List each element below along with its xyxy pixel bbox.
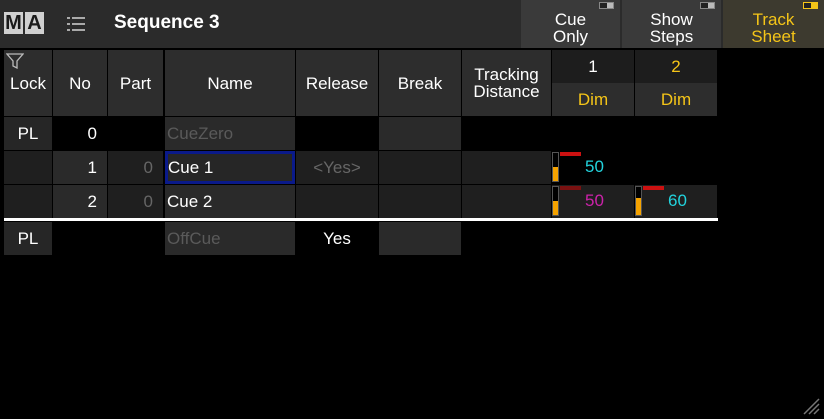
- tracking-header-label: Tracking Distance: [473, 65, 540, 101]
- lock-cell[interactable]: [4, 151, 52, 184]
- fixture-header-1[interactable]: 1: [552, 50, 634, 83]
- break-cell[interactable]: [379, 185, 461, 218]
- lock-cell[interactable]: PL: [4, 222, 52, 255]
- column-header-release[interactable]: Release: [296, 50, 378, 116]
- break-cell[interactable]: [379, 117, 461, 150]
- toggle-indicator-icon: [599, 2, 614, 9]
- resize-grip-icon[interactable]: [802, 397, 820, 415]
- cue-only-button[interactable]: Cue Only: [521, 0, 620, 48]
- toggle-indicator-icon: [803, 2, 818, 9]
- part-cell[interactable]: 0: [108, 151, 163, 184]
- attribute-header-2[interactable]: Dim: [635, 83, 717, 116]
- level-fill: [553, 167, 558, 181]
- break-header-label: Break: [397, 73, 443, 93]
- fixture-value-cell[interactable]: 50: [552, 185, 634, 218]
- tracking-marker: [560, 186, 581, 190]
- column-header-part[interactable]: Part: [108, 50, 163, 116]
- level-bar: [552, 152, 559, 182]
- tracking-distance-cell[interactable]: [462, 151, 551, 184]
- level-fill: [553, 201, 558, 215]
- cue-number-cell[interactable]: [53, 222, 107, 255]
- dim-value: 60: [668, 191, 687, 210]
- column-header-tracking-distance[interactable]: Tracking Distance: [462, 50, 551, 116]
- track-sheet-button[interactable]: Track Sheet: [723, 0, 824, 48]
- cue-name-cell[interactable]: CueZero: [165, 117, 295, 150]
- logo-letter-a: A: [25, 12, 44, 34]
- column-header-name[interactable]: Name: [165, 50, 295, 116]
- show-steps-button[interactable]: Show Steps: [622, 0, 721, 48]
- cue-number-cell[interactable]: 0: [53, 117, 107, 150]
- break-cell[interactable]: [379, 222, 461, 255]
- level-bar: [635, 186, 642, 216]
- ma-logo[interactable]: M A: [4, 12, 44, 34]
- part-cell[interactable]: 0: [108, 185, 163, 218]
- release-header-label: Release: [305, 73, 369, 93]
- filter-icon[interactable]: [6, 53, 24, 69]
- lock-header-label: Lock: [10, 73, 46, 93]
- release-cell[interactable]: Yes: [296, 222, 378, 255]
- part-cell[interactable]: [108, 222, 163, 255]
- show-steps-label: Show Steps: [649, 10, 694, 46]
- current-cue-separator: [4, 218, 718, 221]
- title-bar: M A Sequence 3 Cue Only Show Steps Track…: [0, 0, 824, 48]
- part-header-label: Part: [119, 73, 152, 93]
- track-sheet-label: Track Sheet: [751, 10, 796, 46]
- cue-number-cell[interactable]: 2: [53, 185, 107, 218]
- attribute-label-2: Dim: [660, 90, 692, 109]
- column-header-break[interactable]: Break: [379, 50, 461, 116]
- tracking-marker: [643, 186, 664, 190]
- attribute-header-1[interactable]: Dim: [552, 83, 634, 116]
- window-title: Sequence 3: [114, 12, 220, 33]
- no-header-label: No: [69, 73, 91, 93]
- lock-cell[interactable]: PL: [4, 117, 52, 150]
- fixture-value-cell[interactable]: 50: [552, 151, 634, 184]
- release-cell[interactable]: [296, 117, 378, 150]
- cue-name-cell[interactable]: OffCue: [165, 222, 295, 255]
- tracking-marker: [560, 152, 581, 156]
- dim-value: 50: [585, 157, 604, 176]
- fixture-header-2[interactable]: 2: [635, 50, 717, 83]
- level-bar: [552, 186, 559, 216]
- column-header-no[interactable]: No: [53, 50, 107, 116]
- cue-only-label: Cue Only: [553, 10, 588, 46]
- cue-name-cell-selected[interactable]: Cue 1: [165, 151, 295, 184]
- logo-letter-m: M: [4, 12, 23, 34]
- attribute-label-1: Dim: [577, 90, 609, 109]
- tracking-distance-cell[interactable]: [462, 185, 551, 218]
- toggle-indicator-icon: [700, 2, 715, 9]
- fixture-value-cell[interactable]: 60: [635, 185, 717, 218]
- list-icon[interactable]: [67, 16, 87, 32]
- cue-number-cell[interactable]: 1: [53, 151, 107, 184]
- cue-name-cell[interactable]: Cue 2: [165, 185, 295, 218]
- level-fill: [636, 198, 641, 215]
- fixture-id-1: 1: [588, 57, 598, 76]
- dim-value: 50: [585, 191, 604, 210]
- release-cell[interactable]: [296, 185, 378, 218]
- part-cell[interactable]: [108, 117, 163, 150]
- break-cell[interactable]: [379, 151, 461, 184]
- fixture-id-2: 2: [671, 57, 681, 76]
- release-cell[interactable]: <Yes>: [296, 151, 378, 184]
- lock-cell[interactable]: [4, 185, 52, 218]
- name-header-label: Name: [207, 73, 253, 93]
